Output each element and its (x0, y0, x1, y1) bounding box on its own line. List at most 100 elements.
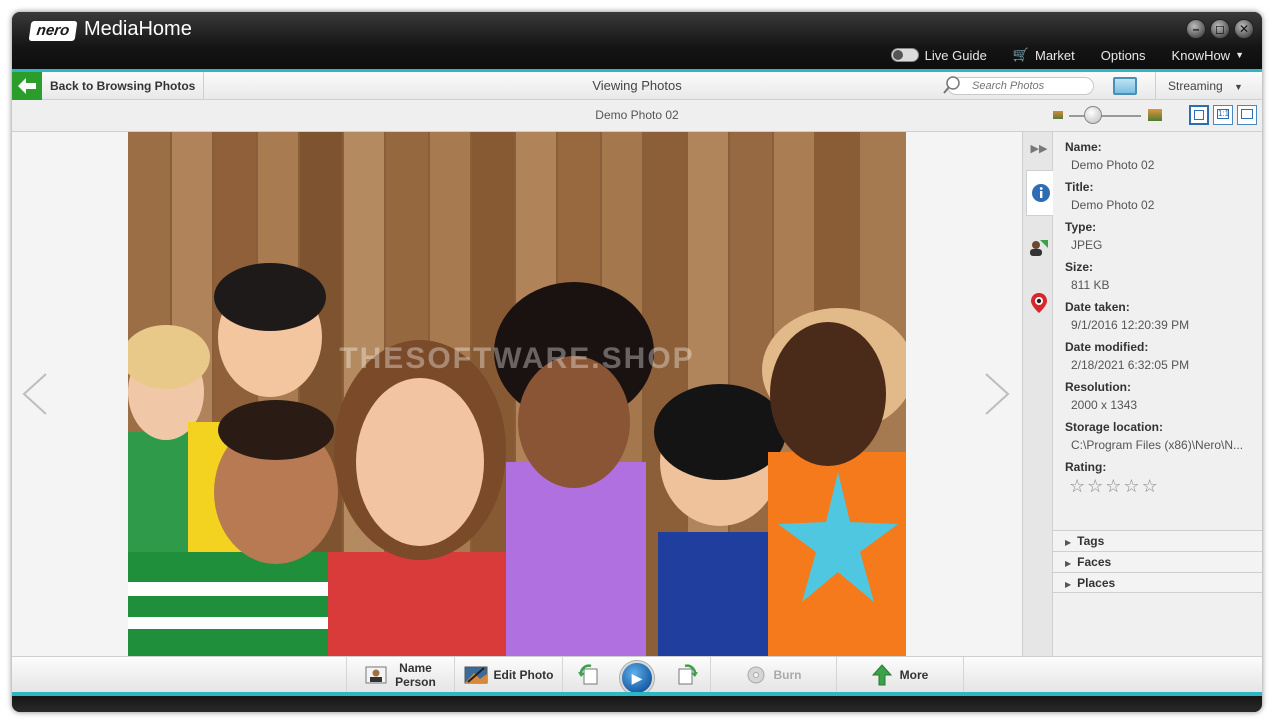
info-icon (1031, 184, 1050, 202)
restore-button[interactable]: ◻ (1210, 19, 1230, 39)
photo-watermark: THESOFTWARE.SHOP (339, 342, 694, 375)
top-menu: Live Guide 🛒 Market Options KnowHow ▼ (865, 46, 1244, 64)
places-label: Places (1077, 576, 1116, 590)
person-tag-icon (1030, 240, 1048, 256)
streaming-dropdown[interactable]: Streaming ▼ (1155, 72, 1262, 100)
back-arrow-icon[interactable] (12, 72, 42, 100)
info-size-label: Size: (1065, 260, 1094, 274)
star-icon[interactable]: ☆ (1105, 476, 1123, 496)
info-date-taken-label: Date taken: (1065, 300, 1130, 314)
more-label: More (899, 668, 929, 682)
next-photo-button[interactable] (982, 372, 1012, 416)
photo-viewer: THESOFTWARE.SHOP (12, 132, 1022, 656)
fit-view-icon (1194, 110, 1204, 120)
rotate-right-icon[interactable] (675, 663, 699, 687)
info-tab[interactable] (1026, 170, 1054, 216)
live-guide-toggle[interactable] (890, 48, 919, 62)
monitor-icon[interactable] (1113, 77, 1137, 95)
live-guide-item[interactable]: Live Guide (890, 47, 987, 63)
slideshow-play-button[interactable]: ▶ (620, 661, 654, 695)
market-item[interactable]: 🛒 Market (1013, 47, 1075, 63)
bottom-action-bar: Name Person Edit Photo ▶ Burn More (12, 656, 1262, 695)
search-input[interactable] (972, 79, 1090, 93)
edit-photo-button[interactable]: Edit Photo (454, 657, 562, 693)
actual-size-button[interactable]: 1:1 (1213, 105, 1233, 125)
fullscreen-icon (1241, 109, 1253, 119)
star-icon[interactable]: ☆ (1069, 476, 1087, 496)
photo-info-panel: Name: Demo Photo 02 Title: Demo Photo 02… (1053, 132, 1262, 656)
app-window: nero MediaHome – ◻ ✕ Live Guide 🛒 Market… (12, 12, 1262, 712)
fit-view-button[interactable] (1189, 105, 1209, 125)
info-date-modified-value: 2/18/2021 6:32:05 PM (1071, 358, 1190, 372)
rating-stars[interactable]: ☆☆☆☆☆ (1065, 476, 1255, 502)
chevron-left-icon (22, 373, 47, 415)
zoom-slider-track[interactable] (1069, 115, 1141, 117)
zoom-slider-thumb[interactable] (1084, 106, 1102, 124)
places-section[interactable]: ▶ Places (1053, 572, 1262, 593)
actual-size-icon: 1:1 (1217, 109, 1230, 119)
knowhow-label: KnowHow (1171, 47, 1231, 63)
live-guide-label: Live Guide (924, 47, 987, 63)
nero-logo: nero (28, 21, 78, 41)
burn-button[interactable]: Burn (710, 657, 836, 693)
star-icon[interactable]: ☆ (1087, 476, 1105, 496)
collapse-panel-icon[interactable]: ▶▶ (1026, 136, 1052, 162)
edit-photo-icon (464, 666, 487, 684)
photo-header: Demo Photo 02 1:1 (12, 100, 1262, 132)
info-date-taken-value: 9/1/2016 12:20:39 PM (1071, 318, 1190, 332)
chevron-down-icon: ▼ (1235, 50, 1244, 60)
cart-icon: 🛒 (1012, 47, 1029, 62)
expand-triangle-icon: ▶ (1065, 580, 1072, 589)
rotate-left-icon[interactable] (577, 663, 601, 687)
market-label: Market (1035, 47, 1075, 63)
window-footer (12, 696, 1262, 712)
page-title: Viewing Photos (592, 78, 682, 93)
person-icon (365, 666, 387, 684)
info-size-value: 811 KB (1071, 278, 1110, 292)
info-name-label: Name: (1065, 140, 1102, 154)
play-icon: ▶ (631, 670, 643, 686)
tags-label: Tags (1077, 534, 1105, 548)
title-bar: nero MediaHome – ◻ ✕ Live Guide 🛒 Market… (12, 12, 1262, 69)
chevron-down-icon: ▼ (1234, 82, 1243, 92)
back-to-browsing-button[interactable]: Back to Browsing Photos (42, 72, 205, 100)
star-icon[interactable]: ☆ (1123, 476, 1141, 496)
window-controls: – ◻ ✕ (1186, 19, 1254, 39)
expand-triangle-icon: ▶ (1065, 538, 1072, 547)
info-resolution-value: 2000 x 1343 (1071, 398, 1138, 412)
info-name-value: Demo Photo 02 (1071, 158, 1155, 172)
expand-triangle-icon: ▶ (1065, 559, 1072, 568)
star-icon[interactable]: ☆ (1142, 476, 1160, 496)
more-button[interactable]: More (836, 657, 964, 693)
faces-section[interactable]: ▶ Faces (1053, 551, 1262, 572)
faces-label: Faces (1077, 555, 1112, 569)
info-rating-label: Rating: (1065, 460, 1107, 474)
name-person-button[interactable]: Name Person (346, 657, 454, 693)
previous-photo-button[interactable] (20, 372, 50, 416)
info-storage-label: Storage location: (1065, 420, 1164, 434)
zoom-in-icon[interactable] (1148, 109, 1162, 121)
info-list: Name: Demo Photo 02 Title: Demo Photo 02… (1065, 138, 1255, 502)
fullscreen-button[interactable] (1237, 105, 1257, 125)
zoom-out-icon[interactable] (1053, 111, 1063, 119)
arrow-up-icon (871, 664, 892, 686)
info-resolution-label: Resolution: (1065, 380, 1131, 394)
faces-tab[interactable] (1026, 236, 1052, 262)
location-pin-icon (1031, 293, 1047, 313)
info-type-value: JPEG (1071, 238, 1103, 252)
info-type-label: Type: (1065, 220, 1097, 234)
search-box[interactable] (943, 76, 1094, 95)
close-button[interactable]: ✕ (1234, 19, 1254, 39)
info-title-value[interactable]: Demo Photo 02 (1065, 196, 1255, 218)
photo-name: Demo Photo 02 (595, 108, 679, 122)
minimize-button[interactable]: – (1186, 19, 1206, 39)
streaming-label: Streaming (1168, 79, 1223, 93)
info-storage-value: C:\Program Files (x86)\Nero\N... (1071, 438, 1244, 452)
photo-image[interactable]: THESOFTWARE.SHOP (128, 132, 906, 656)
options-menu[interactable]: Options (1101, 48, 1146, 63)
knowhow-menu[interactable]: KnowHow ▼ (1172, 48, 1244, 63)
places-tab[interactable] (1026, 292, 1052, 318)
tags-section[interactable]: ▶ Tags (1053, 530, 1262, 551)
burn-label: Burn (773, 668, 802, 682)
edit-photo-label: Edit Photo (493, 668, 554, 682)
